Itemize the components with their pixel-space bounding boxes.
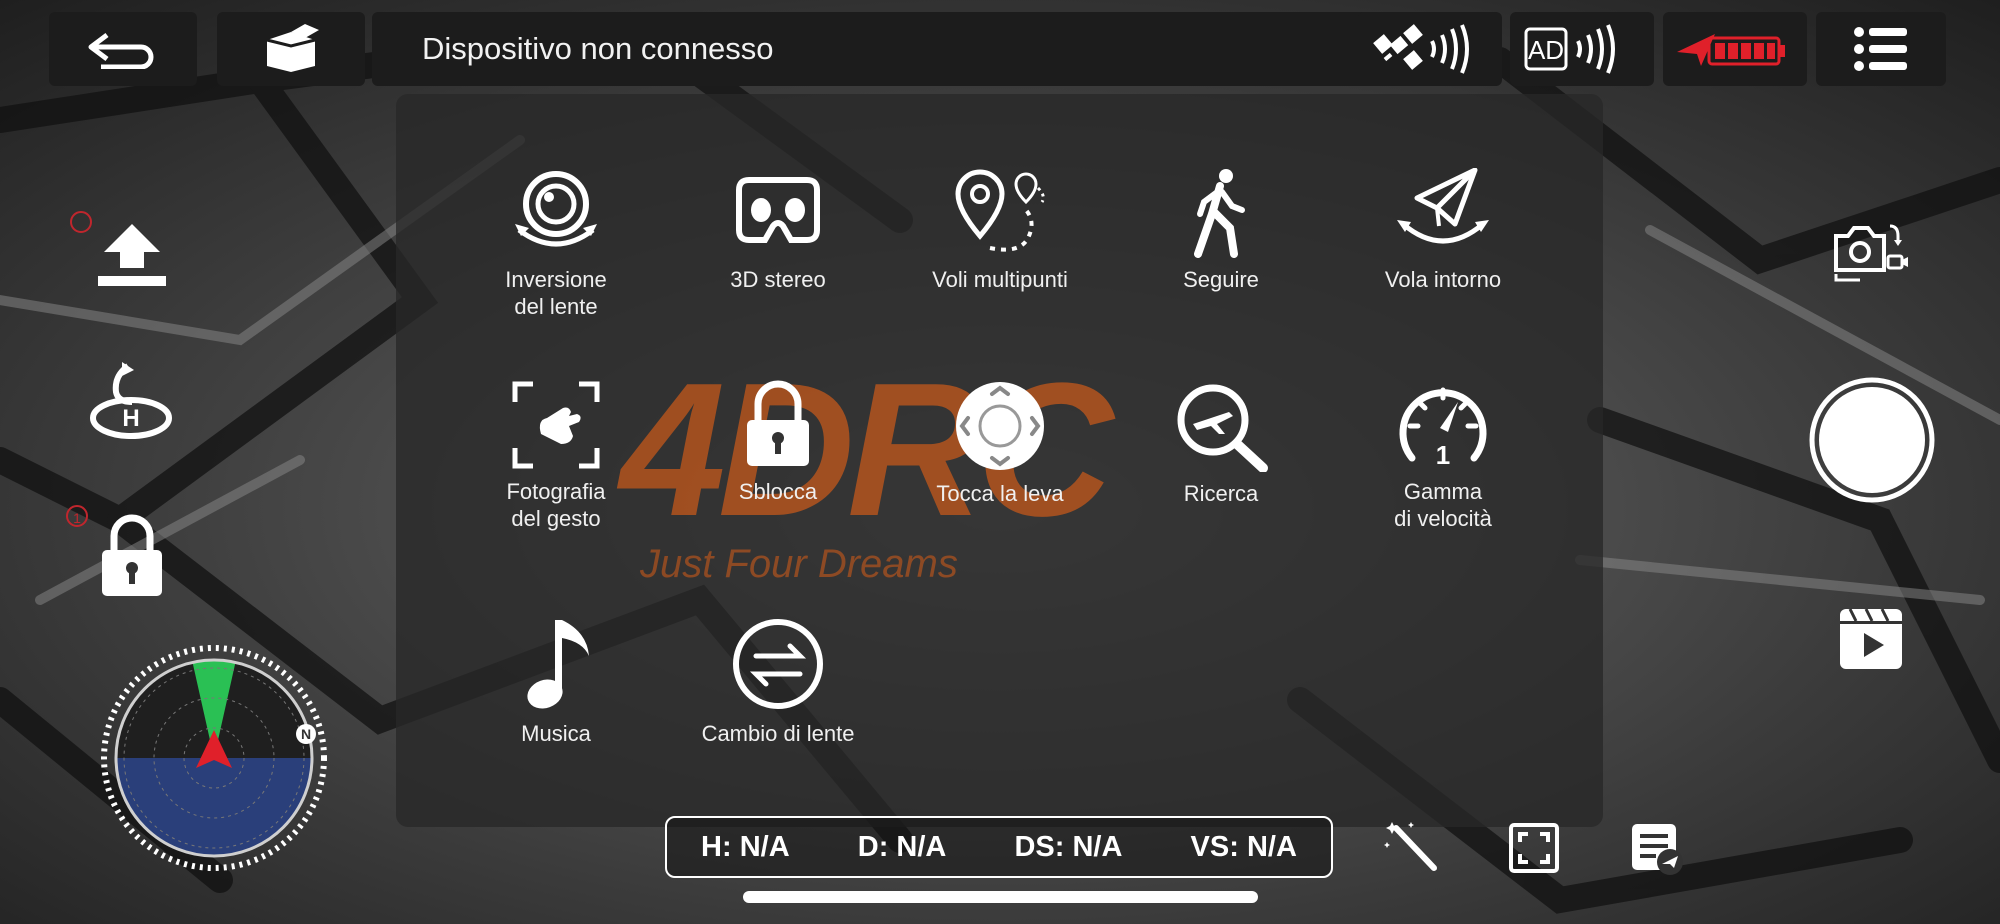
joystick-icon: [956, 382, 1044, 470]
video-player-icon: [1840, 608, 1902, 669]
compass-radar: N: [101, 645, 327, 871]
switch-lens-icon: [733, 619, 823, 709]
gesture-photo-icon: [512, 381, 600, 469]
menu-list-button[interactable]: [1816, 12, 1946, 86]
menu-item-follow[interactable]: Seguire: [1111, 168, 1331, 293]
menu-item-label: Tocca la leva: [936, 481, 1064, 506]
box-icon: [266, 24, 319, 72]
speedometer-icon: 1: [1399, 387, 1487, 470]
vr-goggles-icon: [736, 177, 820, 243]
satellite-signal-icon: [1373, 24, 1469, 74]
menu-item-label: Cambio di lente: [701, 721, 855, 746]
menu-item-music[interactable]: Musica: [446, 616, 666, 747]
menu-item-switch-lens[interactable]: Cambio di lente: [668, 616, 888, 747]
menu-item-gesture-photo[interactable]: Fotografia del gesto: [446, 380, 666, 532]
brand-tagline: Just Four Dreams: [639, 542, 958, 586]
battery-icon: [1677, 34, 1785, 66]
north-indicator: N: [301, 726, 311, 742]
gps-signal-indicator: [1358, 12, 1502, 86]
height-readout: H: N/A: [701, 830, 790, 863]
music-note-icon: [527, 620, 589, 709]
menu-item-unlock[interactable]: Sblocca: [668, 380, 888, 505]
distance-readout: D: N/A: [857, 830, 947, 863]
motor-lock-button[interactable]: [98, 514, 166, 603]
ad-label: AD: [1528, 35, 1564, 65]
shutter-button[interactable]: [1808, 376, 1936, 509]
menu-item-label: Ricerca: [1183, 481, 1259, 506]
media-gallery-button[interactable]: [1838, 607, 1904, 676]
orbit-plane-icon: [1397, 168, 1489, 244]
waypoints-icon: [955, 169, 1045, 252]
menu-item-label: Voli multipunti: [932, 267, 1068, 292]
ad-signal-indicator: AD: [1510, 12, 1654, 86]
menu-item-waypoints[interactable]: Voli multipunti: [890, 168, 1110, 293]
menu-item-lens-flip[interactable]: Inversione del lente: [446, 168, 666, 320]
shutter-icon: [1809, 377, 1935, 503]
return-home-icon: H: [90, 362, 172, 439]
lock-badge: 1: [66, 505, 88, 527]
fullscreen-button[interactable]: [1508, 822, 1560, 879]
menu-item-search[interactable]: Ricerca: [1111, 380, 1331, 507]
search-plane-icon: [1177, 384, 1268, 472]
album-box-button[interactable]: [217, 12, 365, 86]
magic-wand-icon: [1384, 822, 1437, 871]
menu-item-label: Sblocca: [738, 479, 818, 504]
lock-icon: [102, 514, 162, 596]
menu-item-joystick[interactable]: Tocca la leva: [890, 380, 1110, 507]
telemetry-bar: H: N/A D: N/A DS: N/A VS: N/A: [665, 816, 1333, 878]
menu-item-label: 3D stereo: [730, 267, 826, 292]
home-indicator: [743, 891, 1258, 903]
connection-status-text: Dispositivo non connesso: [422, 31, 774, 66]
menu-item-orbit[interactable]: Vola intorno: [1333, 168, 1553, 293]
takeoff-button[interactable]: [94, 222, 170, 297]
menu-item-label: Vola intorno: [1384, 267, 1502, 292]
takeoff-icon: [98, 224, 166, 286]
return-home-button[interactable]: H: [88, 362, 174, 451]
takeoff-badge: [70, 211, 92, 233]
ad-signal-icon: AD: [1524, 24, 1615, 74]
back-arrow-icon: [88, 33, 154, 69]
fullscreen-icon: [1509, 823, 1559, 873]
menu-item-label: Gamma di velocità: [1394, 479, 1492, 531]
lock-icon: [747, 380, 809, 466]
svg-text:H: H: [122, 405, 139, 432]
vertical-speed-readout: VS: N/A: [1190, 830, 1297, 863]
battery-indicator: [1663, 12, 1807, 86]
flight-log-button[interactable]: [1630, 822, 1684, 881]
horizontal-speed-readout: DS: N/A: [1014, 830, 1123, 863]
list-menu-icon: [1854, 27, 1907, 71]
menu-item-label: Fotografia del gesto: [506, 479, 606, 531]
walking-person-icon: [1194, 169, 1245, 258]
svg-text:1: 1: [1436, 440, 1450, 470]
menu-item-3d-stereo[interactable]: 3D stereo: [668, 168, 888, 293]
back-button[interactable]: [49, 12, 197, 86]
connection-status: Dispositivo non connesso: [372, 12, 1402, 86]
menu-item-label: Seguire: [1183, 267, 1259, 292]
menu-item-speed-range[interactable]: 1 Gamma di velocità: [1333, 380, 1553, 532]
flight-log-icon: [1632, 824, 1683, 875]
camera-switch-icon: [1834, 224, 1908, 282]
magic-wand-button[interactable]: [1384, 822, 1440, 881]
menu-item-label: Musica: [521, 721, 591, 746]
switch-camera-mode-button[interactable]: [1832, 222, 1908, 289]
menu-item-label: Inversione del lente: [505, 267, 607, 319]
lens-flip-icon: [515, 171, 597, 247]
